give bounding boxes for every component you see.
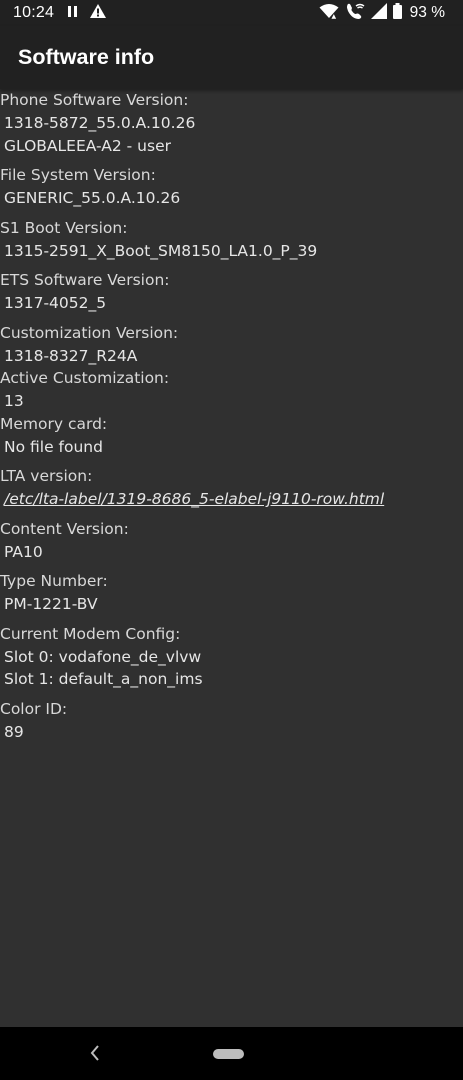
- info-label: Active Customization:: [0, 369, 170, 387]
- info-label: Content Version:: [0, 519, 129, 538]
- info-s1-boot: S1 Boot Version: 1315-2591_X_Boot_SM8150…: [0, 217, 463, 263]
- info-value: GENERIC_55.0.A.10.26: [4, 189, 181, 207]
- info-modem-config: Current Modem Config: Slot 0: vodafone_d…: [0, 623, 463, 691]
- lta-label-link[interactable]: /etc/lta-label/1319-8686_5-elabel-j9110-…: [0, 488, 463, 511]
- info-value: 1315-2591_X_Boot_SM8150_LA1.0_P_39: [4, 241, 318, 260]
- info-label: Current Modem Config:: [0, 624, 181, 643]
- info-lta-version: LTA version: /etc/lta-label/1319-8686_5-…: [0, 465, 463, 511]
- info-label: Type Number:: [0, 572, 108, 590]
- info-label: Memory card:: [0, 414, 108, 433]
- info-value: 1318-8327_R24A: [4, 346, 138, 365]
- info-label: LTA version:: [0, 467, 93, 485]
- page-title: Software info: [18, 45, 155, 69]
- info-memory-card: Memory card: No file found: [0, 413, 463, 459]
- info-color-id: Color ID: 89: [0, 698, 463, 744]
- info-type-number: Type Number: PM-1221-BV: [0, 570, 463, 616]
- pause-icon: [68, 4, 77, 22]
- info-value: 1318-5872_55.0.A.10.26: [4, 114, 196, 132]
- info-active-customization: Active Customization: 13: [0, 367, 463, 413]
- status-bar: 10:24 ▲ 93 %: [0, 0, 463, 26]
- warning-icon: [90, 3, 106, 23]
- info-phone-software: Phone Software Version: 1318-5872_55.0.A…: [0, 89, 463, 157]
- wifi-icon: ▲: [319, 3, 339, 24]
- info-ets-software: ETS Software Version: 1317-4052_5: [0, 269, 463, 315]
- info-label: S1 Boot Version:: [0, 218, 128, 237]
- info-value: 1317-4052_5: [4, 294, 107, 312]
- status-left-icons: [68, 3, 106, 23]
- info-label: File System Version:: [0, 166, 156, 184]
- info-label: Phone Software Version:: [0, 91, 189, 109]
- info-value: PA10: [4, 542, 43, 561]
- info-value: Slot 1: default_a_non_ims: [4, 670, 203, 688]
- navigation-bar: [0, 1027, 463, 1080]
- wifi-calling-icon: [345, 2, 365, 25]
- back-icon[interactable]: [89, 1044, 101, 1066]
- info-file-system: File System Version: GENERIC_55.0.A.10.2…: [0, 164, 463, 210]
- info-value: GLOBALEEA-A2 - user: [4, 136, 171, 155]
- status-right-icons: ▲ 93 %: [319, 2, 445, 25]
- info-content-version: Content Version: PA10: [0, 518, 463, 564]
- battery-percent: 93 %: [409, 4, 445, 21]
- battery-icon: [392, 2, 402, 24]
- info-label: ETS Software Version:: [0, 271, 170, 289]
- app-bar: Software info: [0, 26, 463, 89]
- signal-icon: [370, 2, 387, 24]
- info-value: Slot 0: vodafone_de_vlvw: [4, 647, 202, 666]
- home-pill-icon[interactable]: [213, 1049, 244, 1059]
- info-value: 13: [4, 392, 24, 410]
- software-info-list: Phone Software Version: 1318-5872_55.0.A…: [0, 89, 463, 743]
- info-label: Customization Version:: [0, 323, 179, 342]
- svg-text:▲: ▲: [331, 13, 336, 19]
- info-label: Color ID:: [0, 699, 68, 718]
- info-customization: Customization Version: 1318-8327_R24A: [0, 322, 463, 368]
- info-value: 89: [4, 722, 24, 741]
- status-time: 10:24: [13, 4, 55, 21]
- info-value: No file found: [4, 437, 103, 456]
- info-value: PM-1221-BV: [4, 595, 98, 613]
